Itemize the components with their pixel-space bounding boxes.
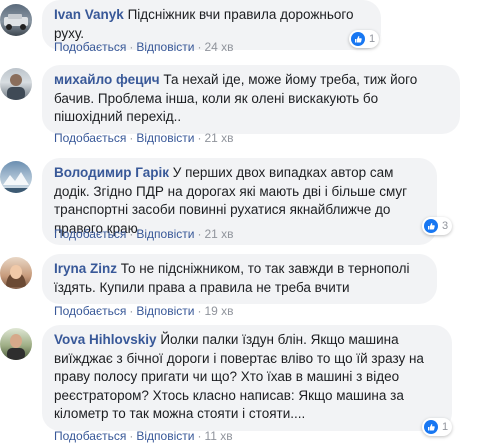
separator-dot: ·: [129, 131, 134, 145]
comment-timestamp[interactable]: 19 хв: [204, 304, 233, 318]
comment-timestamp[interactable]: 24 хв: [204, 40, 233, 54]
avatar[interactable]: [0, 328, 32, 360]
comment-bubble: Vova Hihlovskiy Йолки палки їздун блін. …: [42, 325, 452, 431]
separator-dot: ·: [197, 227, 202, 241]
like-link[interactable]: Подобається: [54, 227, 126, 241]
avatar[interactable]: [0, 257, 32, 289]
like-link[interactable]: Подобається: [54, 429, 126, 443]
comment-timestamp[interactable]: 21 хв: [204, 227, 233, 241]
comment-timestamp[interactable]: 21 хв: [204, 131, 233, 145]
comment-author[interactable]: Vova Hihlovskiy: [54, 332, 157, 347]
reply-link[interactable]: Відповісти: [136, 131, 194, 145]
comment-author[interactable]: Володимир Гарік: [54, 165, 169, 180]
avatar-image-icon: [6, 265, 26, 287]
avatar[interactable]: [0, 161, 32, 193]
avatar-image-icon: [7, 74, 25, 100]
separator-dot: ·: [129, 304, 134, 318]
reply-link[interactable]: Відповісти: [136, 304, 194, 318]
comment-author[interactable]: Iryna Zinz: [54, 261, 117, 276]
separator-dot: ·: [129, 429, 134, 443]
reaction-count-badge[interactable]: 3: [422, 217, 453, 235]
reply-link[interactable]: Відповісти: [136, 429, 194, 443]
comment-actions: Подобається · Відповісти · 11 хв: [54, 429, 233, 443]
comment-author[interactable]: Ivan Vanyk: [54, 7, 124, 22]
like-icon: [424, 219, 438, 233]
comment-actions: Подобається · Відповісти · 21 хв: [54, 227, 234, 241]
separator-dot: ·: [129, 40, 134, 54]
like-link[interactable]: Подобається: [54, 304, 126, 318]
separator-dot: ·: [197, 131, 202, 145]
reaction-count: 3: [442, 220, 449, 232]
reaction-count-badge[interactable]: 1: [422, 418, 453, 436]
avatar[interactable]: [0, 4, 32, 36]
comment-timestamp[interactable]: 11 хв: [204, 429, 232, 443]
reaction-count-badge[interactable]: 1: [349, 30, 380, 48]
comment-bubble: Iryna Zinz То не підсніжником, то так за…: [42, 254, 437, 304]
separator-dot: ·: [129, 227, 134, 241]
reaction-count: 1: [442, 421, 449, 433]
comment-actions: Подобається · Відповісти · 19 хв: [54, 304, 234, 318]
separator-dot: ·: [197, 304, 202, 318]
comment-actions: Подобається · Відповісти · 21 хв: [54, 131, 234, 145]
comment-actions: Подобається · Відповісти · 24 хв: [54, 40, 234, 54]
reply-link[interactable]: Відповісти: [136, 40, 194, 54]
reply-link[interactable]: Відповісти: [136, 227, 194, 241]
like-link[interactable]: Подобається: [54, 40, 126, 54]
avatar[interactable]: [0, 68, 32, 100]
avatar-image-icon: [7, 334, 25, 360]
separator-dot: ·: [197, 40, 202, 54]
avatar-image-icon: [0, 172, 32, 193]
like-icon: [424, 420, 438, 434]
like-link[interactable]: Подобається: [54, 131, 126, 145]
comment-author[interactable]: михайло фецич: [54, 72, 160, 87]
comment-bubble: михайло фецич Та нехай іде, може йому тр…: [42, 65, 460, 134]
reaction-count: 1: [369, 33, 376, 45]
like-icon: [351, 32, 365, 46]
separator-dot: ·: [197, 429, 202, 443]
avatar-image-icon: [4, 14, 28, 30]
